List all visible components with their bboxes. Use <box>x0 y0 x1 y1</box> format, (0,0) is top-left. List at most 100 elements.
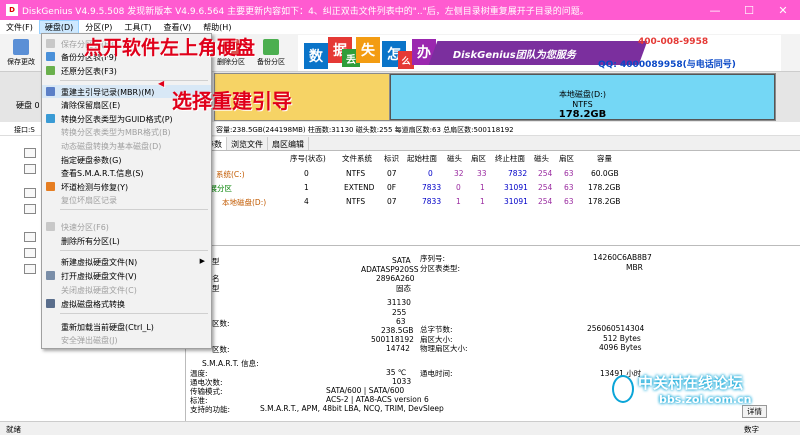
menu-item-dynamic-to-basic[interactable]: 动态磁盘转换为基本磁盘(D) <box>42 139 211 152</box>
menu-item-convert-virtual-disk[interactable]: 虚拟磁盘格式转换 <box>42 297 211 310</box>
detail-value: 256060514304 <box>587 324 645 333</box>
menu-file[interactable]: 文件(F) <box>0 20 39 34</box>
tab-strip: 分区参数 浏览文件 扇区编辑 <box>186 137 800 151</box>
menu-item-bad-sector-check[interactable]: 坏道检测与修复(Y) <box>42 180 211 193</box>
col-header: 起始柱面 <box>407 154 437 163</box>
banner-glyph: 数 <box>304 43 328 69</box>
smart-value: 1033 <box>392 377 412 386</box>
col-header: 磁头 <box>534 154 549 163</box>
detail-value: 14260C6AB8B7 <box>593 253 652 262</box>
detail-label: 区数: <box>212 319 230 328</box>
col-header: 文件系统 <box>342 154 372 163</box>
cell: 31091 <box>504 197 528 206</box>
minimize-icon[interactable]: — <box>698 0 732 20</box>
menu-item-new-virtual-disk[interactable]: 新建虚拟硬盘文件(N) ▶ <box>42 255 211 268</box>
col-header: 标识 <box>384 154 399 163</box>
open-virtual-disk-icon <box>46 271 55 280</box>
detail-value: 31130 <box>387 298 411 307</box>
cell: 7832 <box>508 169 528 178</box>
detail-button[interactable]: 详情 <box>742 405 767 418</box>
tree-node[interactable] <box>24 188 36 198</box>
backup-partition-button[interactable]: 备份分区 <box>252 36 290 70</box>
promo-banner[interactable]: 数 据 丢 失 怎 么 办 DiskGenius团队为您服务 400-008-9… <box>298 35 781 71</box>
cell: 254 <box>538 197 553 206</box>
menu-item-open-virtual-disk[interactable]: 打开虚拟硬盘文件(V) <box>42 269 211 282</box>
col-header: 终止柱面 <box>495 154 525 163</box>
menu-item-label: 重建主引导记录(MBR)(M) <box>61 88 155 97</box>
cell: 0 <box>428 169 433 178</box>
menu-help[interactable]: 帮助(H) <box>197 20 237 34</box>
cell: 1 <box>304 183 309 192</box>
table-row[interactable]: 系统(C:) 0 NTFS 07 0 32 33 7832 254 63 60.… <box>186 167 800 181</box>
tree-node[interactable] <box>24 232 36 242</box>
table-row[interactable]: 扩展分区 1 EXTEND 0F 7833 0 1 31091 254 63 1… <box>186 181 800 195</box>
window-controls: — ☐ ✕ <box>698 0 800 20</box>
tree-node[interactable] <box>24 204 36 214</box>
rebuild-mbr-icon <box>46 87 55 96</box>
menu-item-label: 打开虚拟硬盘文件(V) <box>61 272 137 281</box>
detail-label: 分区表类型: <box>420 264 461 273</box>
menu-item-convert-to-mbr[interactable]: 转换分区表类型为MBR格式(B) <box>42 125 211 138</box>
cell: 0 <box>456 183 461 192</box>
maximize-icon[interactable]: ☐ <box>732 0 766 20</box>
detail-value: MBR <box>626 263 643 272</box>
cell: 1 <box>456 197 461 206</box>
cell: 1 <box>480 197 485 206</box>
cell: 33 <box>477 169 487 178</box>
menu-item-label: 转换分区表类型为GUID格式(P) <box>61 115 173 124</box>
menu-tools[interactable]: 工具(T) <box>118 20 157 34</box>
backup-icon <box>46 52 55 61</box>
menu-item-specify-disk-params[interactable]: 指定硬盘参数(G) <box>42 153 211 166</box>
detail-value: 255 <box>392 308 407 317</box>
tab-sector-edit[interactable]: 扇区编辑 <box>268 137 309 150</box>
app-icon: D <box>6 4 18 16</box>
menu-item-eject-disk[interactable]: 安全弹出磁盘(J) <box>42 333 211 346</box>
watermark-cn: 中关村在线论坛 <box>638 374 744 392</box>
tree-node[interactable] <box>24 148 36 158</box>
save-button[interactable]: 保存更改 <box>2 36 40 70</box>
convert-virtual-disk-icon <box>46 299 55 308</box>
tab-browse-files[interactable]: 浏览文件 <box>227 137 268 150</box>
menu-partition[interactable]: 分区(P) <box>79 20 118 34</box>
menu-item-label: 重新加载当前硬盘(Ctrl_L) <box>61 323 154 332</box>
menu-view[interactable]: 查看(V) <box>157 20 197 34</box>
menu-item-quick-partition[interactable]: 快速分区(F6) <box>42 220 211 233</box>
status-text: 就绪 <box>6 425 21 434</box>
menu-item-reset-bad-sector[interactable]: 复位坏扇区记录 <box>42 193 211 206</box>
save-icon <box>46 39 55 48</box>
menu-item-label: 转换分区表类型为MBR格式(B) <box>61 128 171 137</box>
table-header: 序号(状态) 文件系统 标识 起始柱面 磁头 扇区 终止柱面 磁头 扇区 容量 <box>186 151 800 165</box>
port-label: 接口:S <box>14 126 35 134</box>
menu-item-label: 安全弹出磁盘(J) <box>61 336 118 345</box>
tree-node[interactable] <box>24 248 36 258</box>
tree-node[interactable] <box>24 264 36 274</box>
annotation-arrow-icon: ◀ <box>158 79 165 88</box>
cell: 0 <box>304 169 309 178</box>
numlock-indicator: 数字 <box>744 425 759 434</box>
detail-value: 14742 <box>386 344 410 353</box>
detail-value: 63 <box>396 317 406 326</box>
menu-separator <box>60 250 208 251</box>
cell: 31091 <box>504 183 528 192</box>
menu-disk[interactable]: 硬盘(D) <box>38 20 80 34</box>
watermark-logo <box>612 375 634 403</box>
table-row[interactable]: 本地磁盘(D:) 4 NTFS 07 7833 1 1 31091 254 63… <box>186 195 800 209</box>
cell: 07 <box>387 169 397 178</box>
menu-item-reload-disk[interactable]: 重新加载当前硬盘(Ctrl_L) <box>42 320 211 333</box>
backup-icon <box>263 39 279 55</box>
smart-value: ACS-2 | ATA8-ACS version 6 <box>326 395 429 404</box>
cell: 32 <box>454 169 464 178</box>
partition-d-block[interactable]: 本地磁盘(D:) NTFS 178.2GB <box>390 74 775 120</box>
col-header: 序号(状态) <box>290 154 326 163</box>
menu-item-close-virtual-disk[interactable]: 关闭虚拟硬盘文件(C) <box>42 283 211 296</box>
watermark-url: bbs.zol.com.cn <box>659 393 752 406</box>
menu-item-restore-partition-table[interactable]: 还原分区表(F3) <box>42 64 211 77</box>
menu-item-delete-all-partitions[interactable]: 删除所有分区(L) <box>42 234 211 247</box>
smart-value: SATA/600 | SATA/600 <box>326 386 405 395</box>
save-label: 保存更改 <box>7 58 35 66</box>
banner-glyph: 失 <box>356 37 380 63</box>
tree-node[interactable] <box>24 164 36 174</box>
menu-item-label: 复位坏扇区记录 <box>61 196 117 205</box>
menu-item-view-smart[interactable]: 查看S.M.A.R.T.信息(S) <box>42 166 211 179</box>
close-icon[interactable]: ✕ <box>766 0 800 20</box>
